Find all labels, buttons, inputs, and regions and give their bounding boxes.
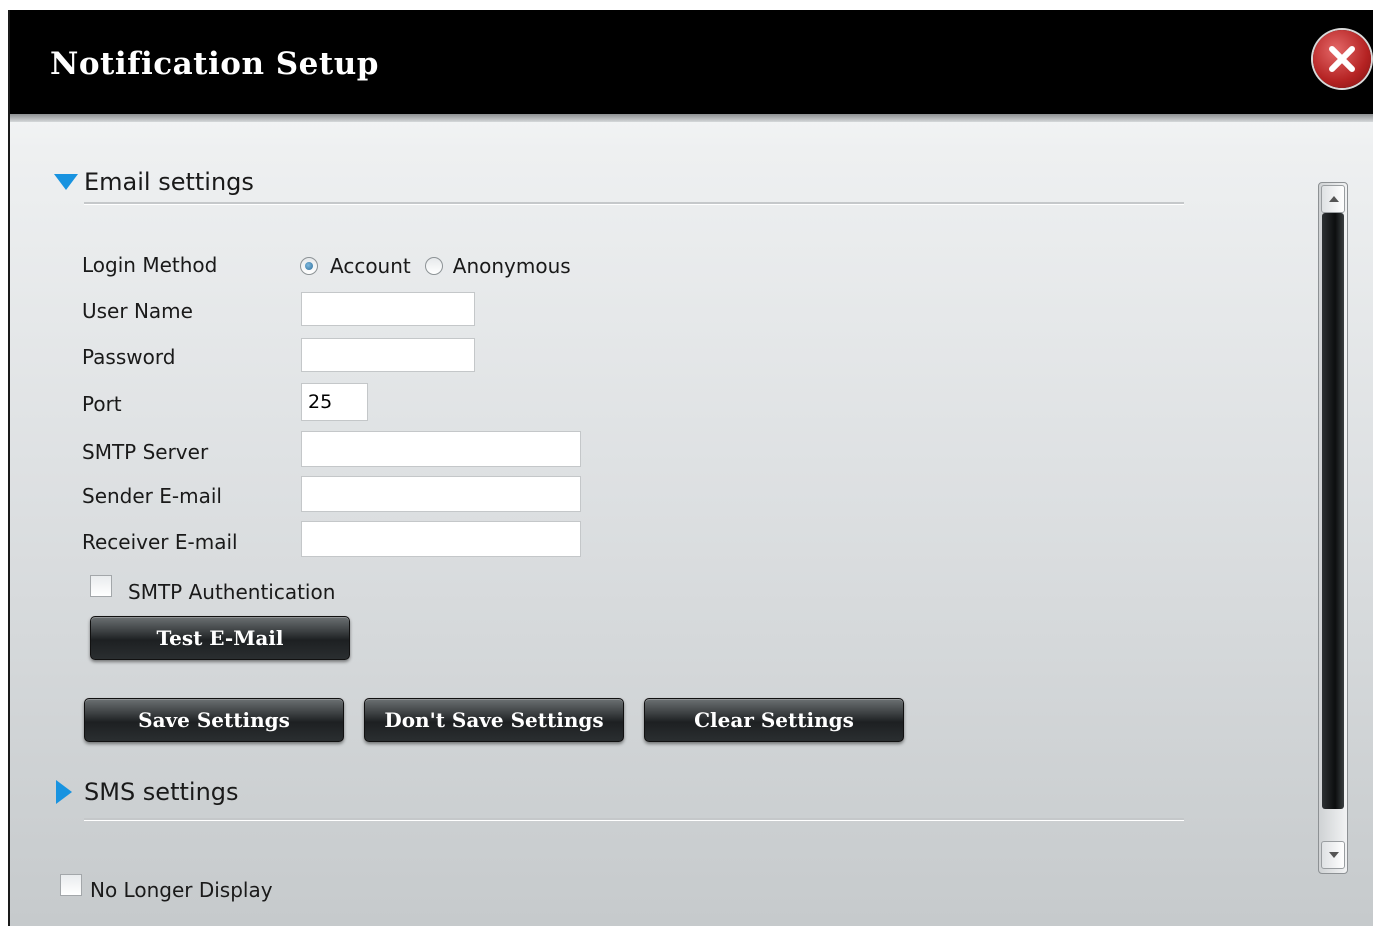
smtp-authentication-checkbox[interactable] — [90, 575, 112, 597]
scroll-up-button[interactable] — [1321, 185, 1345, 213]
sms-section-divider — [84, 818, 1184, 821]
account-radio-label: Account — [330, 254, 411, 278]
receiver-email-input[interactable] — [301, 521, 581, 557]
anonymous-radio-label: Anonymous — [452, 254, 571, 278]
email-section-divider — [84, 202, 1184, 205]
smtp-authentication-label: SMTP Authentication — [128, 580, 336, 604]
collapsed-triangle-icon — [56, 780, 72, 804]
expanded-triangle-icon — [54, 174, 78, 190]
titlebar-divider — [10, 114, 1373, 122]
port-label: Port — [82, 392, 122, 416]
no-longer-display-checkbox[interactable] — [60, 874, 82, 896]
no-longer-display-label: No Longer Display — [90, 878, 273, 902]
notification-setup-dialog: Notification Setup Email settings Login … — [8, 10, 1373, 926]
save-settings-button[interactable]: Save Settings — [84, 698, 344, 742]
anonymous-radio[interactable] — [424, 257, 443, 275]
clear-settings-button[interactable]: Clear Settings — [644, 698, 904, 742]
dont-save-settings-button[interactable]: Don't Save Settings — [364, 698, 624, 742]
test-email-button[interactable]: Test E-Mail — [90, 616, 350, 660]
sms-settings-label: SMS settings — [84, 778, 239, 806]
sender-email-label: Sender E-mail — [82, 484, 222, 508]
dialog-title: Notification Setup — [50, 46, 379, 82]
account-radio[interactable] — [300, 257, 318, 275]
login-method-radio-group: Account Anonymous — [300, 254, 571, 278]
user-name-label: User Name — [82, 299, 193, 323]
smtp-server-input[interactable] — [301, 431, 581, 467]
vertical-scrollbar[interactable] — [1318, 182, 1348, 874]
user-name-input[interactable] — [301, 292, 475, 326]
email-settings-label: Email settings — [84, 168, 254, 196]
scroll-thumb[interactable] — [1322, 213, 1344, 809]
arrow-up-icon — [1329, 196, 1339, 202]
smtp-server-label: SMTP Server — [82, 440, 209, 464]
password-label: Password — [82, 345, 176, 369]
close-button[interactable] — [1313, 30, 1371, 88]
sender-email-input[interactable] — [301, 476, 581, 512]
email-settings-header[interactable]: Email settings — [54, 168, 254, 196]
password-input[interactable] — [301, 338, 475, 372]
scroll-down-button[interactable] — [1321, 841, 1345, 869]
login-method-label: Login Method — [82, 253, 218, 277]
dialog-titlebar: Notification Setup — [10, 10, 1373, 114]
close-x-icon — [1329, 46, 1355, 72]
sms-settings-header[interactable]: SMS settings — [54, 778, 239, 806]
receiver-email-label: Receiver E-mail — [82, 530, 238, 554]
port-input[interactable] — [301, 383, 368, 421]
arrow-down-icon — [1329, 852, 1339, 858]
